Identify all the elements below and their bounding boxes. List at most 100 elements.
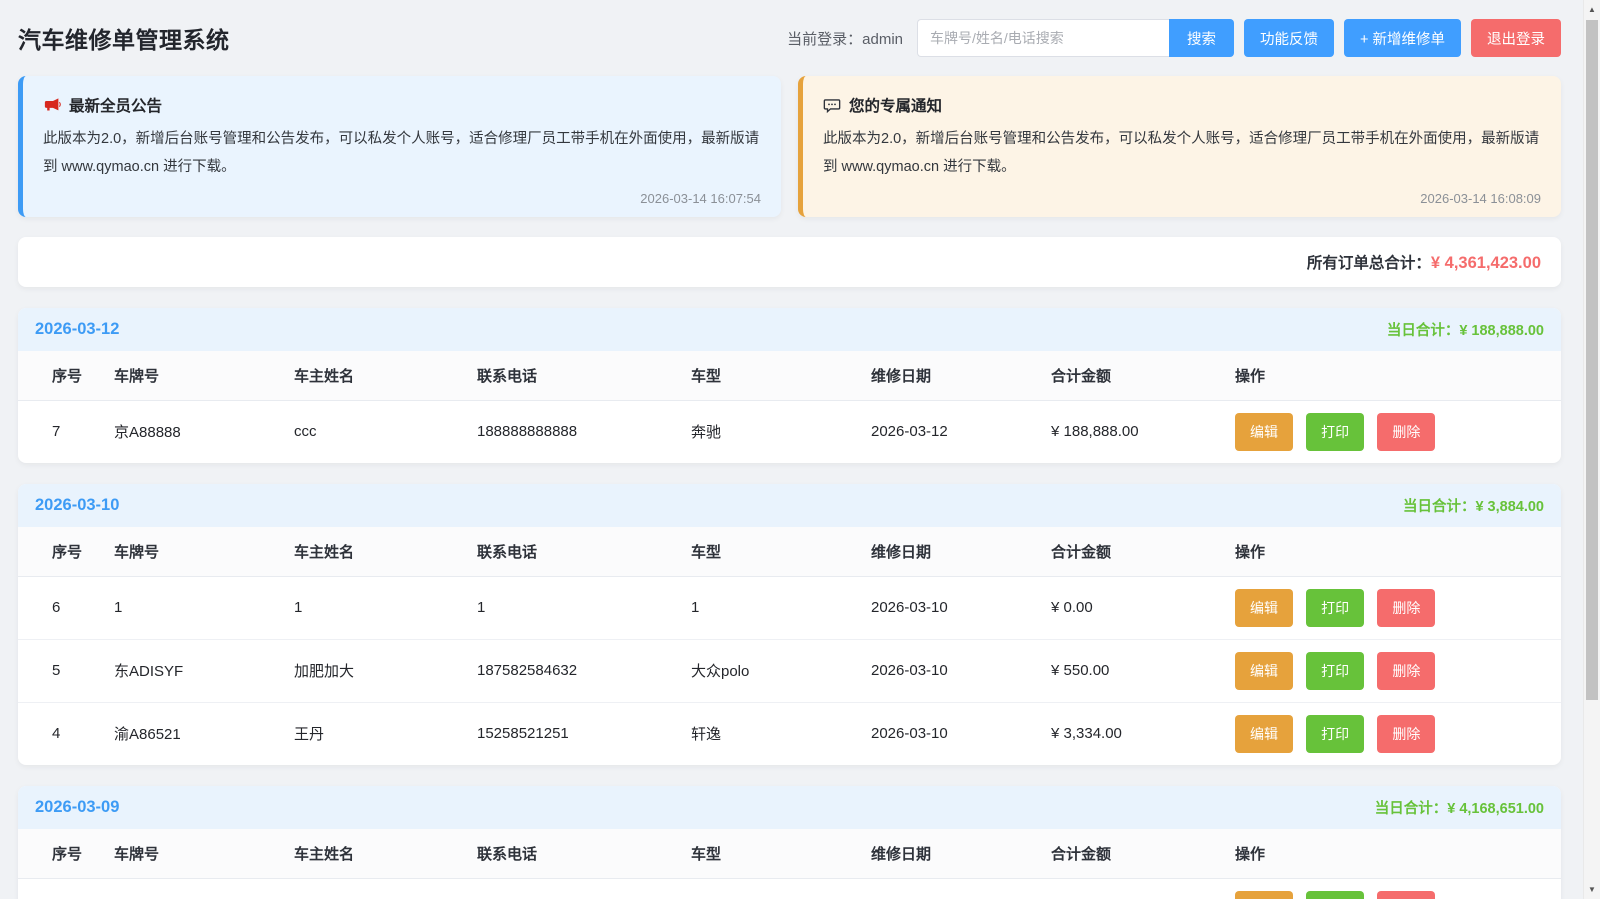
- search-input[interactable]: [917, 19, 1169, 57]
- column-header-owner: 车主姓名: [284, 828, 467, 879]
- order-group: 2026-03-12 当日合计：¥ 188,888.00 序号 车牌号 车主姓名…: [18, 307, 1561, 463]
- cell-index: 7: [52, 423, 61, 441]
- personal-notice-body: 此版本为2.0，新增后台账号管理和公告发布，可以私发个人账号，适合修理厂员工带手…: [823, 131, 1540, 176]
- column-header-repair-date: 维修日期: [861, 828, 1041, 879]
- group-daily-total: 当日合计：¥ 188,888.00: [1387, 319, 1544, 340]
- print-button[interactable]: 打印: [1306, 412, 1365, 451]
- cell-actions: 编辑 打印 删除: [1225, 878, 1561, 899]
- megaphone-icon: [43, 96, 61, 114]
- grand-total-amount: ¥ 4,361,423.00: [1430, 253, 1541, 272]
- cell-plate: 东ADISYF: [104, 638, 284, 703]
- top-bar: 汽车维修单管理系统 当前登录：admin 搜索 功能反馈 + 新增维修单 退出登…: [18, 0, 1561, 76]
- column-header-model: 车型: [681, 828, 861, 879]
- delete-button[interactable]: 删除: [1377, 890, 1436, 899]
- cell-plate: 渝A88888: [104, 878, 284, 899]
- print-button[interactable]: 打印: [1306, 651, 1365, 690]
- delete-button[interactable]: 删除: [1377, 714, 1436, 753]
- personal-notice-title: 您的专属通知: [849, 98, 943, 115]
- cell-plate: 渝A86521: [104, 701, 284, 765]
- login-username: admin: [862, 30, 903, 48]
- page-title: 汽车维修单管理系统: [18, 27, 230, 53]
- order-table-body: 3 渝A88888 好地方 18545854569 比亚迪G5 2026-03-…: [18, 878, 1561, 899]
- cell-index: 5: [18, 638, 104, 703]
- delete-button[interactable]: 删除: [1377, 412, 1436, 451]
- column-header-owner: 车主姓名: [284, 350, 467, 401]
- cell-owner: ccc: [294, 423, 317, 441]
- cell-owner: 好地方: [284, 878, 467, 899]
- cell-actions: 编辑 打印 删除: [1225, 576, 1561, 639]
- column-header-phone: 联系电话: [467, 350, 681, 401]
- delete-button[interactable]: 删除: [1377, 651, 1436, 690]
- current-login: 当前登录：admin: [787, 28, 903, 49]
- notice-cards: 最新全员公告 此版本为2.0，新增后台账号管理和公告发布，可以私发个人账号，适合…: [18, 76, 1561, 217]
- group-daily-total: 当日合计：¥ 4,168,651.00: [1375, 797, 1544, 818]
- cell-amount: ¥ 550.00: [1041, 638, 1225, 703]
- cell-actions: 编辑 打印 删除: [1225, 701, 1561, 765]
- cell-index: 4: [18, 701, 104, 765]
- cell-model: 大众polo: [681, 638, 861, 703]
- search-button[interactable]: 搜索: [1169, 19, 1234, 57]
- grand-total-label: 所有订单总合计：: [1306, 254, 1431, 272]
- group-date: 2026-03-09: [35, 797, 120, 816]
- edit-button[interactable]: 编辑: [1235, 412, 1293, 451]
- cell-actions: 编辑 打印 删除: [1225, 400, 1561, 463]
- cell-amount: ¥ 0.00: [1051, 599, 1093, 617]
- table-row: 3 渝A88888 好地方 18545854569 比亚迪G5 2026-03-…: [18, 878, 1561, 899]
- cell-amount: ¥ 188,888.00: [1051, 423, 1139, 441]
- cell-repair-date: 2026-03-10: [861, 638, 1041, 703]
- cell-model: 比亚迪G5: [681, 878, 861, 899]
- column-header-amount: 合计金额: [1041, 526, 1225, 577]
- column-header-amount: 合计金额: [1041, 828, 1225, 879]
- cell-repair-date: 2026-03-10: [861, 701, 1041, 765]
- cell-amount: ¥ 105,709.00: [1041, 878, 1225, 899]
- daily-total-amount: ¥ 4,168,651.00: [1447, 800, 1544, 817]
- delete-button[interactable]: 删除: [1377, 588, 1436, 627]
- print-button[interactable]: 打印: [1306, 890, 1365, 899]
- column-header-index: 序号: [18, 526, 104, 577]
- announcement-title-row: 最新全员公告: [43, 94, 761, 116]
- scroll-up-arrow-icon[interactable]: ▲: [1584, 1, 1600, 18]
- table-row: 5 东ADISYF 加肥加大 187582584632 大众polo 2026-…: [18, 638, 1561, 703]
- edit-button[interactable]: 编辑: [1235, 890, 1293, 899]
- cell-phone: 1: [477, 599, 486, 617]
- scroll-down-arrow-icon[interactable]: ▼: [1584, 881, 1600, 898]
- group-header: 2026-03-12 当日合计：¥ 188,888.00: [18, 307, 1561, 351]
- header-controls: 当前登录：admin 搜索 功能反馈 + 新增维修单 退出登录: [787, 19, 1561, 57]
- column-header-index: 序号: [18, 350, 104, 401]
- column-header-repair-date: 维修日期: [861, 350, 1041, 401]
- cell-owner: 加肥加大: [284, 638, 467, 703]
- scrollbar-thumb[interactable]: [1586, 20, 1598, 700]
- order-groups: 2026-03-12 当日合计：¥ 188,888.00 序号 车牌号 车主姓名…: [18, 307, 1561, 899]
- announcement-title: 最新全员公告: [69, 98, 163, 115]
- feedback-button[interactable]: 功能反馈: [1244, 19, 1334, 57]
- daily-total-label: 当日合计：: [1402, 498, 1476, 515]
- cell-actions: 编辑 打印 删除: [1225, 638, 1561, 703]
- table-header-row: 序号 车牌号 车主姓名 联系电话 车型 维修日期 合计金额 操作: [18, 350, 1561, 401]
- column-header-actions: 操作: [1225, 828, 1561, 879]
- edit-button[interactable]: 编辑: [1235, 714, 1293, 753]
- order-group: 2026-03-09 当日合计：¥ 4,168,651.00 序号 车牌号 车主…: [18, 785, 1561, 899]
- column-header-index: 序号: [18, 828, 104, 879]
- group-header: 2026-03-09 当日合计：¥ 4,168,651.00: [18, 785, 1561, 829]
- cell-owner: 1: [294, 599, 303, 617]
- cell-repair-date: 2026-03-10: [871, 599, 948, 617]
- daily-total-label: 当日合计：: [1386, 322, 1460, 339]
- cell-phone: 15258521251: [467, 701, 681, 765]
- edit-button[interactable]: 编辑: [1235, 651, 1293, 690]
- add-repair-order-button[interactable]: + 新增维修单: [1344, 19, 1461, 57]
- daily-total-amount: ¥ 188,888.00: [1459, 322, 1544, 339]
- logout-button[interactable]: 退出登录: [1471, 19, 1561, 57]
- print-button[interactable]: 打印: [1306, 714, 1365, 753]
- vertical-scrollbar[interactable]: ▲ ▼: [1583, 0, 1600, 899]
- cell-repair-date: 2026-03-09: [861, 878, 1041, 899]
- print-button[interactable]: 打印: [1306, 588, 1365, 627]
- table-row: 7 京A88888 ccc 188888888888 奔驰 2026-03-12…: [18, 400, 1561, 463]
- grand-total-bar: 所有订单总合计：¥ 4,361,423.00: [18, 236, 1561, 287]
- order-table-body: 7 京A88888 ccc 188888888888 奔驰 2026-03-12…: [18, 400, 1561, 463]
- personal-notice-timestamp: 2026-03-14 16:08:09: [1420, 190, 1541, 206]
- group-daily-total: 当日合计：¥ 3,884.00: [1403, 495, 1544, 516]
- global-announcement-card: 最新全员公告 此版本为2.0，新增后台账号管理和公告发布，可以私发个人账号，适合…: [18, 76, 781, 217]
- cell-model: 轩逸: [681, 701, 861, 765]
- orders-table: 序号 车牌号 车主姓名 联系电话 车型 维修日期 合计金额 操作 3 渝A888…: [18, 828, 1561, 899]
- edit-button[interactable]: 编辑: [1235, 588, 1293, 627]
